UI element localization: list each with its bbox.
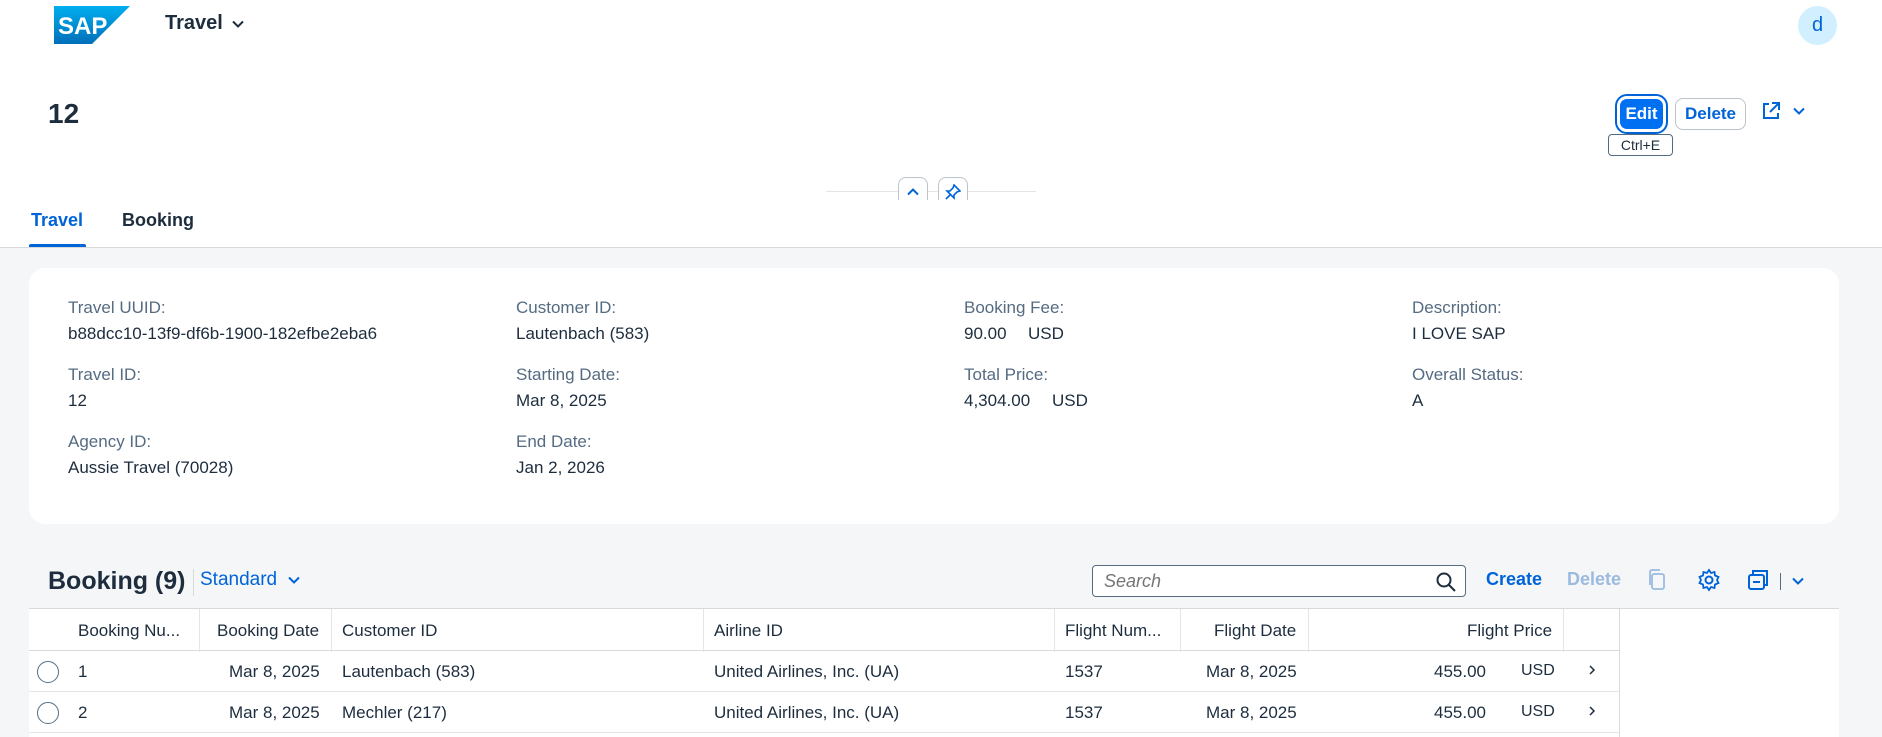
cell-flight-number: 1537 <box>1065 703 1103 722</box>
sap-logo[interactable]: SAP <box>54 6 130 44</box>
edit-shortcut-tooltip: Ctrl+E <box>1608 134 1673 156</box>
chevron-down-icon <box>1793 107 1805 115</box>
pin-icon <box>945 184 961 200</box>
row-select-radio[interactable] <box>37 702 59 724</box>
cell-flight-number: 1537 <box>1065 662 1103 681</box>
customer-id-value: Lautenbach (583) <box>516 324 650 343</box>
cell-currency: USD <box>1521 662 1555 679</box>
table-row[interactable]: 2 Mar 8, 2025 Mechler (217) United Airli… <box>29 692 1619 733</box>
copy-icon[interactable] <box>1646 568 1668 592</box>
end-date-label: End Date: <box>516 432 592 451</box>
search-field[interactable] <box>1092 565 1466 597</box>
chevron-down-icon[interactable] <box>1791 574 1805 588</box>
description-value: I LOVE SAP <box>1412 324 1506 343</box>
cell-airline-id: United Airlines, Inc. (UA) <box>714 703 900 722</box>
total-price-label: Total Price: <box>964 365 1049 384</box>
column-divider <box>1563 609 1564 652</box>
search-input[interactable] <box>1104 570 1424 592</box>
column-header-flight-price[interactable]: Flight Price <box>1467 621 1552 641</box>
export-icon[interactable] <box>1746 568 1770 592</box>
chevron-down-icon <box>288 576 300 584</box>
total-price-value: 4,304.00 <box>964 391 1031 410</box>
chevron-right-icon[interactable] <box>1585 703 1599 719</box>
end-date-value: Jan 2, 2026 <box>516 458 605 477</box>
table-empty-area <box>1619 608 1839 737</box>
description-label: Description: <box>1412 298 1502 317</box>
column-divider <box>1054 609 1055 652</box>
column-header-airline-id[interactable]: Airline ID <box>714 621 783 641</box>
shell-bar: SAP Travel d <box>0 0 1882 46</box>
column-header-customer-id[interactable]: Customer ID <box>342 621 437 641</box>
delete-button[interactable]: Delete <box>1675 98 1746 130</box>
cell-customer-id: Lautenbach (583) <box>342 662 476 681</box>
tab-selected-indicator <box>29 244 86 247</box>
tab-bar: Travel Booking <box>0 200 1882 248</box>
agency-id-value: Aussie Travel (70028) <box>68 458 234 477</box>
column-divider <box>331 609 332 652</box>
table-row[interactable]: 1 Mar 8, 2025 Lautenbach (583) United Ai… <box>29 651 1619 692</box>
search-icon[interactable] <box>1435 571 1457 593</box>
column-header-flight-date[interactable]: Flight Date <box>1214 621 1296 641</box>
chevron-down-icon <box>232 20 244 28</box>
create-button[interactable]: Create <box>1486 569 1542 590</box>
tab-booking[interactable]: Booking <box>122 210 194 231</box>
booking-table: Booking Nu... Booking Date Customer ID A… <box>29 608 1839 737</box>
chevron-up-icon <box>907 188 919 196</box>
cell-customer-id: Mechler (217) <box>342 703 447 722</box>
column-header-flight-number[interactable]: Flight Num... <box>1065 621 1161 641</box>
column-divider <box>1180 609 1181 652</box>
starting-date-label: Starting Date: <box>516 365 620 384</box>
edit-button[interactable]: Edit <box>1615 94 1668 134</box>
variant-separator <box>193 569 194 596</box>
customer-id-label: Customer ID: <box>516 298 617 317</box>
settings-gear-icon[interactable] <box>1697 568 1721 592</box>
travel-id-value: 12 <box>68 391 87 410</box>
overall-status-value: A <box>1412 391 1424 410</box>
column-header-booking-date[interactable]: Booking Date <box>217 621 319 641</box>
column-divider <box>703 609 704 652</box>
cell-currency: USD <box>1521 703 1555 720</box>
app-title-menu[interactable]: Travel <box>165 12 245 35</box>
booking-fee-label: Booking Fee: <box>964 298 1065 317</box>
cell-booking-number: 2 <box>78 703 88 722</box>
column-divider <box>1308 609 1309 652</box>
travel-uuid-value: b88dcc10-13f9-df6b-1900-182efbe2eba6 <box>68 324 378 343</box>
svg-text:SAP: SAP <box>58 13 107 40</box>
booking-fee-currency: USD <box>1028 324 1064 343</box>
share-icon <box>1763 102 1780 119</box>
total-price-currency: USD <box>1052 391 1088 410</box>
toolbar-separator <box>1780 573 1781 590</box>
agency-id-label: Agency ID: <box>68 432 152 451</box>
page-title: 12 <box>48 98 80 129</box>
booking-fee-value: 90.00 <box>964 324 1007 343</box>
variant-selector[interactable]: Standard <box>200 569 301 591</box>
delete-booking-button[interactable]: Delete <box>1567 569 1621 590</box>
cell-flight-date: Mar 8, 2025 <box>1206 703 1297 722</box>
column-divider <box>199 609 200 652</box>
cell-flight-price: 455.00 <box>1434 703 1486 722</box>
booking-section-title: Booking (9) <box>48 567 186 595</box>
overall-status-label: Overall Status: <box>1412 365 1524 384</box>
cell-airline-id: United Airlines, Inc. (UA) <box>714 662 900 681</box>
variant-label: Standard <box>200 569 278 590</box>
chevron-right-icon[interactable] <box>1585 662 1599 678</box>
header-divider <box>826 191 1036 192</box>
cell-booking-number: 1 <box>78 662 88 681</box>
tab-travel[interactable]: Travel <box>31 210 83 231</box>
user-avatar[interactable]: d <box>1798 6 1837 45</box>
travel-uuid-label: Travel UUID: <box>68 298 166 317</box>
share-menu-button[interactable] <box>1760 100 1806 122</box>
row-select-radio[interactable] <box>37 661 59 683</box>
column-header-booking-number[interactable]: Booking Nu... <box>78 621 180 641</box>
cell-flight-date: Mar 8, 2025 <box>1206 662 1297 681</box>
travel-id-label: Travel ID: <box>68 365 142 384</box>
cell-booking-date: Mar 8, 2025 <box>229 662 320 681</box>
starting-date-value: Mar 8, 2025 <box>516 391 607 410</box>
table-header: Booking Nu... Booking Date Customer ID A… <box>29 608 1619 652</box>
travel-details-card: Travel UUID: b88dcc10-13f9-df6b-1900-182… <box>29 268 1839 524</box>
cell-booking-date: Mar 8, 2025 <box>229 703 320 722</box>
cell-flight-price: 455.00 <box>1434 662 1486 681</box>
app-title: Travel <box>165 12 223 34</box>
